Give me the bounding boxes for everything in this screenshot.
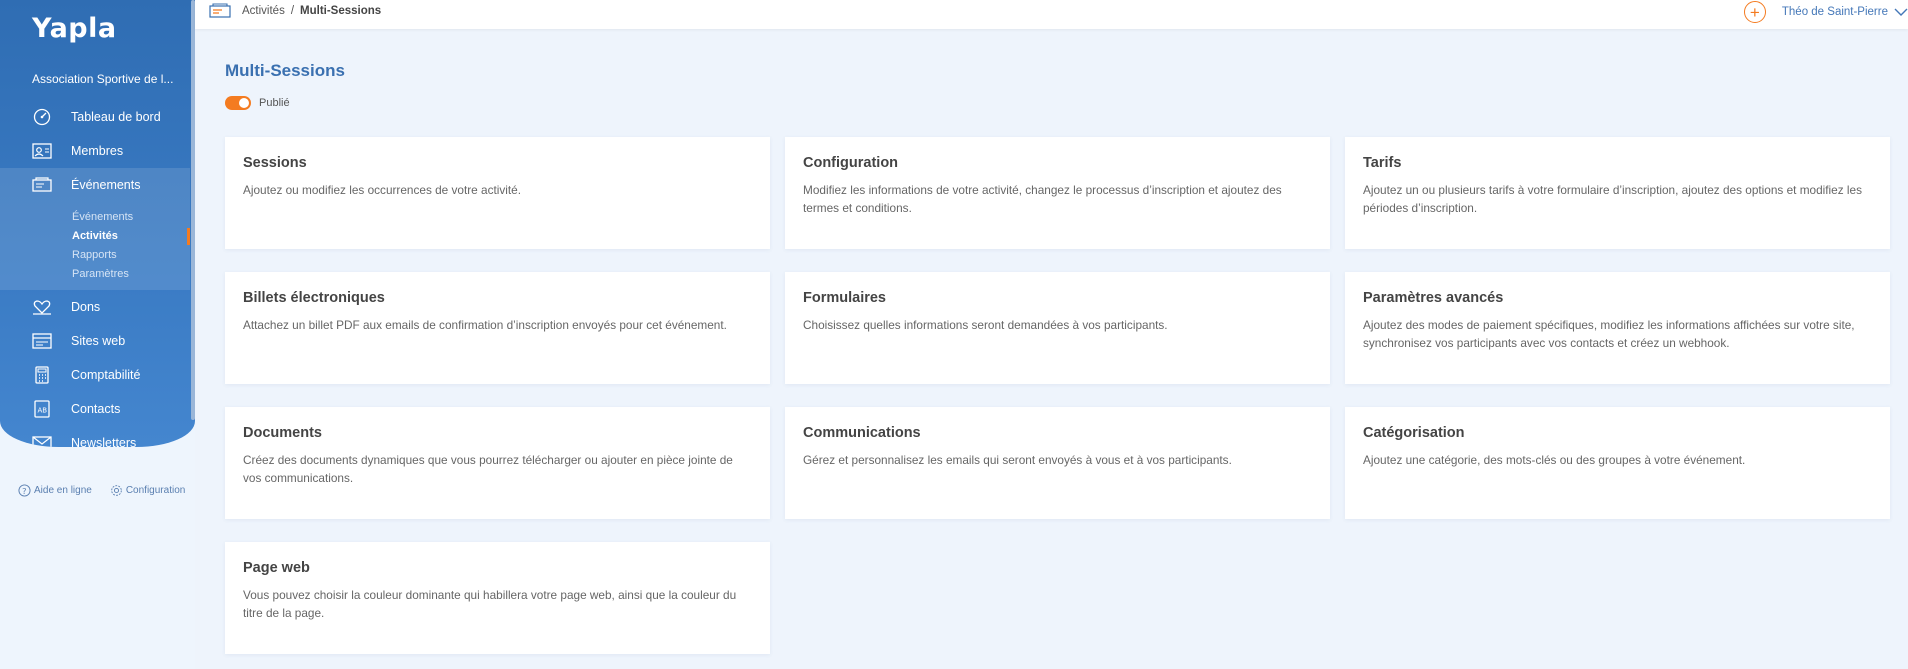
card-categorization[interactable]: Catégorisation Ajoutez une catégorie, de…	[1345, 407, 1890, 519]
top-bar: Activités / Multi-Sessions + Théo de Sai…	[195, 0, 1908, 29]
sidebar-item-donations[interactable]: Dons	[0, 290, 190, 324]
donations-icon	[31, 298, 53, 316]
sidebar-item-label: Dons	[71, 300, 101, 314]
sidebar-scrollbar[interactable]	[191, 0, 195, 420]
publish-toggle[interactable]	[225, 96, 251, 110]
page-title: Multi-Sessions	[225, 61, 345, 80]
card-title: Sessions	[243, 155, 307, 171]
website-icon	[31, 332, 53, 350]
events-subnav: Événements Activités Rapports Paramètres	[0, 202, 190, 290]
breadcrumb: Activités / Multi-Sessions	[208, 3, 381, 19]
sidebar-item-newsletters[interactable]: Newsletters	[0, 426, 190, 447]
user-name[interactable]: Théo de Saint-Pierre	[1782, 6, 1888, 18]
help-label: Aide en ligne	[34, 485, 92, 496]
accounting-icon	[31, 366, 53, 384]
help-link[interactable]: ? Aide en ligne	[18, 484, 92, 497]
card-description: Vous pouvez choisir la couleur dominante…	[243, 588, 737, 620]
subnav-item-events[interactable]: Événements	[0, 208, 190, 227]
organization-name[interactable]: Association Sportive de l...	[32, 72, 182, 86]
sidebar-item-label: Événements	[71, 178, 141, 192]
card-title: Tarifs	[1363, 155, 1402, 171]
subnav-item-reports[interactable]: Rapports	[0, 246, 190, 265]
card-documents[interactable]: Documents Créez des documents dynamiques…	[225, 407, 770, 519]
members-icon	[31, 142, 53, 160]
svg-text:AB: AB	[38, 407, 48, 415]
card-description: Choisissez quelles informations seront d…	[803, 318, 1168, 332]
dashboard-icon	[31, 108, 53, 126]
card-description: Créez des documents dynamiques que vous …	[243, 453, 733, 485]
card-description: Ajoutez une catégorie, des mots-clés ou …	[1363, 453, 1746, 467]
sidebar-item-label: Membres	[71, 144, 124, 158]
card-forms[interactable]: Formulaires Choisissez quelles informati…	[785, 272, 1330, 384]
user-area: + Théo de Saint-Pierre	[1743, 0, 1908, 24]
card-sessions[interactable]: Sessions Ajoutez ou modifiez les occurre…	[225, 137, 770, 249]
events-icon	[209, 3, 231, 18]
card-description: Ajoutez des modes de paiement spécifique…	[1363, 318, 1855, 350]
card-e-tickets[interactable]: Billets électroniques Attachez un billet…	[225, 272, 770, 384]
card-title: Communications	[803, 425, 921, 441]
sidebar-item-dashboard[interactable]: Tableau de bord	[0, 100, 190, 134]
app-logo[interactable]: Yapla	[32, 13, 117, 44]
publish-status-label: Publié	[259, 97, 290, 109]
sidebar: Yapla Association Sportive de l... Table…	[0, 0, 195, 669]
sidebar-item-contacts[interactable]: AB Contacts	[0, 392, 190, 426]
configuration-label: Configuration	[125, 485, 186, 496]
card-description: Attachez un billet PDF aux emails de con…	[243, 318, 727, 332]
card-title: Page web	[243, 560, 310, 576]
chevron-down-icon[interactable]	[1894, 7, 1908, 17]
sidebar-item-label: Newsletters	[71, 436, 137, 447]
sidebar-panel: Yapla Association Sportive de l... Table…	[0, 0, 195, 447]
breadcrumb-parent[interactable]: Activités	[242, 5, 285, 17]
breadcrumb-current: Multi-Sessions	[300, 5, 382, 17]
subnav-item-settings[interactable]: Paramètres	[0, 265, 190, 284]
card-title: Paramètres avancés	[1363, 290, 1504, 306]
card-tarifs[interactable]: Tarifs Ajoutez un ou plusieurs tarifs à …	[1345, 137, 1890, 249]
newsletter-icon	[31, 434, 53, 447]
breadcrumb-separator: /	[290, 5, 295, 17]
sidebar-item-events[interactable]: Événements	[0, 168, 190, 202]
sidebar-footer: ? Aide en ligne Configuration	[18, 484, 185, 497]
sidebar-item-members[interactable]: Membres	[0, 134, 190, 168]
card-communications[interactable]: Communications Gérez et personnalisez le…	[785, 407, 1330, 519]
publish-status: Publié	[225, 96, 290, 110]
sidebar-item-label: Sites web	[71, 334, 126, 348]
card-web-page[interactable]: Page web Vous pouvez choisir la couleur …	[225, 542, 770, 654]
events-icon	[31, 176, 53, 194]
sidebar-item-websites[interactable]: Sites web	[0, 324, 190, 358]
contacts-icon: AB	[31, 400, 53, 418]
svg-text:?: ?	[22, 486, 26, 496]
subnav-item-activities[interactable]: Activités	[0, 227, 190, 246]
card-title: Formulaires	[803, 290, 886, 306]
sidebar-item-label: Comptabilité	[71, 368, 141, 382]
card-title: Billets électroniques	[243, 290, 385, 306]
sidebar-item-accounting[interactable]: Comptabilité	[0, 358, 190, 392]
card-advanced-settings[interactable]: Paramètres avancés Ajoutez des modes de …	[1345, 272, 1890, 384]
sidebar-item-label: Contacts	[71, 402, 121, 416]
help-icon: ?	[18, 484, 31, 497]
card-title: Configuration	[803, 155, 899, 171]
gear-icon	[111, 485, 122, 496]
add-button[interactable]: +	[1743, 1, 1766, 23]
card-description: Ajoutez ou modifiez les occurrences de v…	[243, 183, 522, 197]
card-description: Gérez et personnalisez les emails qui se…	[803, 453, 1232, 467]
card-title: Documents	[243, 425, 322, 441]
configuration-link[interactable]: Configuration	[110, 484, 185, 497]
card-title: Catégorisation	[1363, 425, 1465, 441]
sidebar-item-label: Tableau de bord	[71, 110, 161, 124]
main-nav: Tableau de bord Membres Événements Événe…	[0, 100, 190, 447]
card-configuration[interactable]: Configuration Modifiez les informations …	[785, 137, 1330, 249]
card-description: Ajoutez un ou plusieurs tarifs à votre f…	[1363, 183, 1863, 215]
card-description: Modifiez les informations de votre activ…	[803, 183, 1282, 215]
